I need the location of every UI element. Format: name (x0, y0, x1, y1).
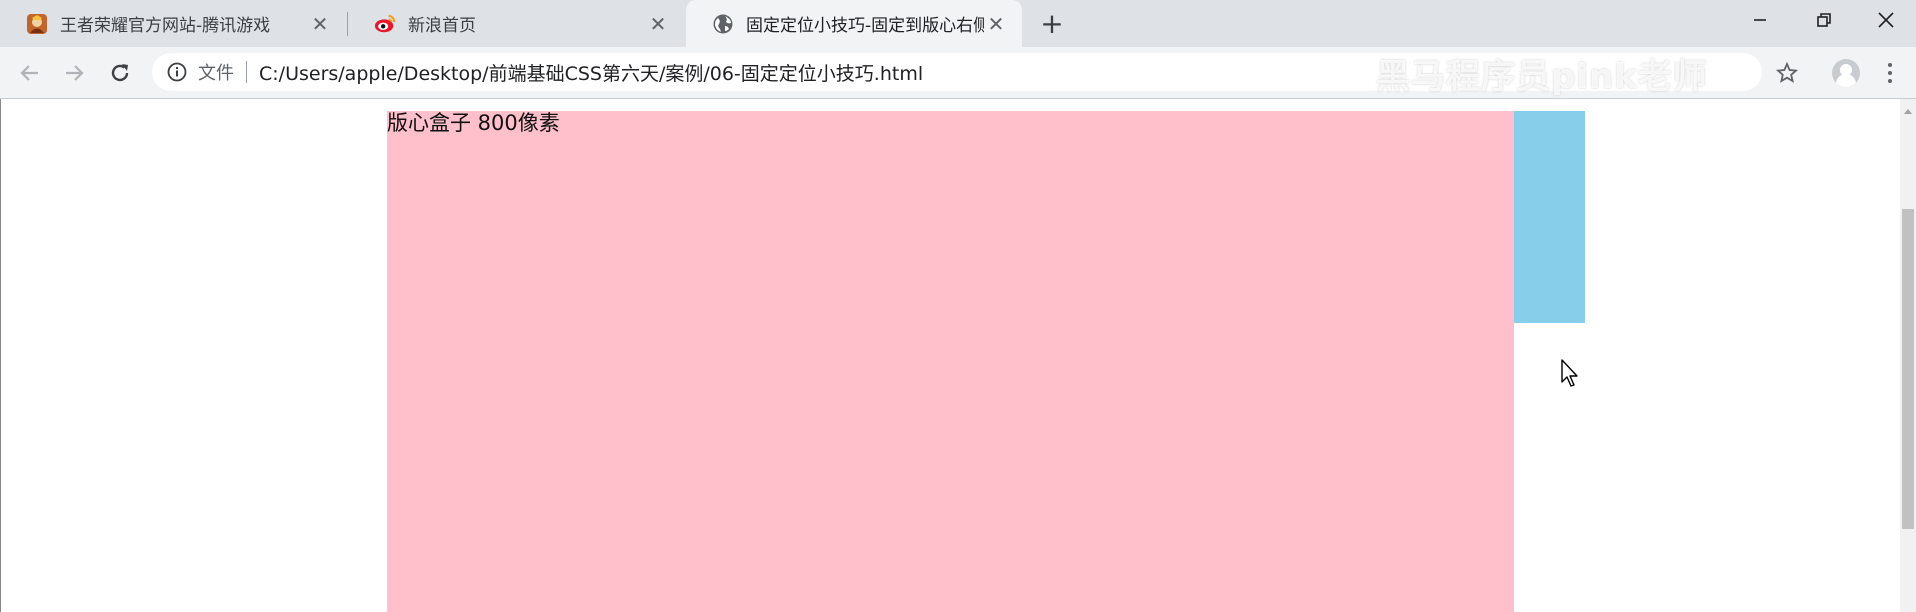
page-viewport: 版心盒子 800像素 (0, 99, 1900, 612)
bookmark-star-icon[interactable] (1774, 60, 1800, 86)
tab-strip: 王者荣耀官方网站-腾讯游戏 ✕ 新浪首页 ✕ 固定定位小技巧-固定到版心右侧 ✕… (0, 0, 1916, 47)
minimize-icon (1754, 19, 1766, 21)
scheme-label: 文件 (198, 63, 234, 84)
close-icon[interactable]: ✕ (984, 12, 1008, 36)
tab-title: 王者荣耀官方网站-腾讯游戏 (60, 16, 271, 36)
tab-sina[interactable]: 新浪首页 ✕ (348, 0, 684, 47)
mouse-cursor-icon (1561, 359, 1578, 387)
close-icon[interactable]: ✕ (646, 12, 670, 36)
window-close-button[interactable] (1856, 0, 1916, 40)
w-box-text: 版心盒子 800像素 (387, 111, 560, 135)
restore-button[interactable] (1792, 0, 1856, 40)
back-button[interactable] (14, 57, 46, 89)
scroll-up-arrow-icon[interactable] (1900, 103, 1916, 119)
reload-button[interactable] (104, 57, 136, 89)
tab-title: 固定定位小技巧-固定到版心右侧 (746, 16, 984, 36)
more-menu-icon[interactable] (1880, 61, 1900, 85)
forward-button[interactable] (58, 57, 90, 89)
new-tab-button[interactable]: + (1036, 8, 1068, 40)
browser-toolbar: 文件 C:/Users/apple/Desktop/前端基础CSS第六天/案例/… (0, 47, 1916, 99)
tab-wangzhe[interactable]: 王者荣耀官方网站-腾讯游戏 ✕ (0, 0, 346, 47)
reload-icon (111, 64, 129, 82)
weibo-eye-icon (374, 13, 396, 35)
arrow-right-icon (66, 65, 84, 81)
arrow-left-icon (20, 65, 38, 81)
omnibox-divider (246, 61, 247, 83)
avatar[interactable] (1832, 59, 1860, 87)
browser-window: 王者荣耀官方网站-腾讯游戏 ✕ 新浪首页 ✕ 固定定位小技巧-固定到版心右侧 ✕… (0, 0, 1916, 612)
scrollbar-thumb[interactable] (1902, 209, 1914, 529)
url-text[interactable]: C:/Users/apple/Desktop/前端基础CSS第六天/案例/06-… (259, 59, 923, 86)
tab-title: 新浪首页 (408, 16, 476, 36)
watermark-text: 黑马程序员pink老师 (1376, 56, 1708, 97)
fixed-position-box (1514, 111, 1585, 323)
vertical-scrollbar[interactable] (1900, 99, 1916, 612)
close-icon[interactable]: ✕ (308, 12, 332, 36)
info-icon[interactable] (166, 61, 188, 83)
close-window-icon (1878, 12, 1894, 28)
game-icon (26, 13, 48, 35)
w-container-box: 版心盒子 800像素 (387, 111, 1514, 612)
globe-icon (712, 13, 734, 35)
minimize-button[interactable] (1728, 0, 1792, 40)
restore-icon (1817, 13, 1831, 27)
tab-fixed-position-trick[interactable]: 固定定位小技巧-固定到版心右侧 ✕ (686, 0, 1022, 47)
